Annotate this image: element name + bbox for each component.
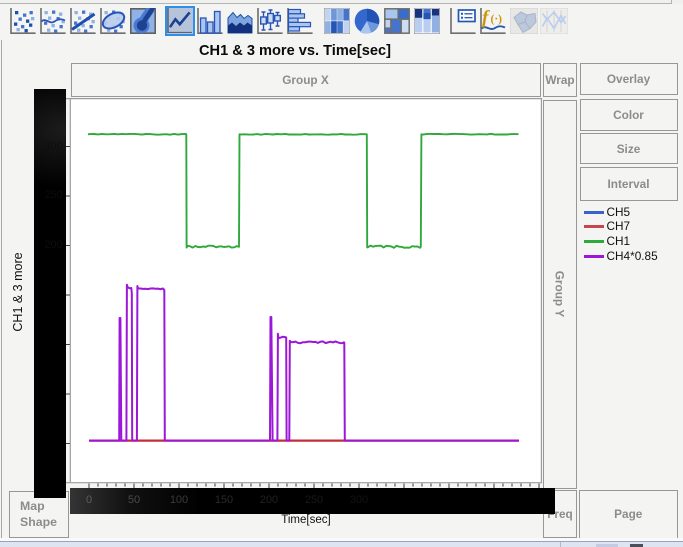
svg-text:(·): (·) — [491, 14, 503, 26]
svg-text:f: f — [482, 8, 490, 29]
